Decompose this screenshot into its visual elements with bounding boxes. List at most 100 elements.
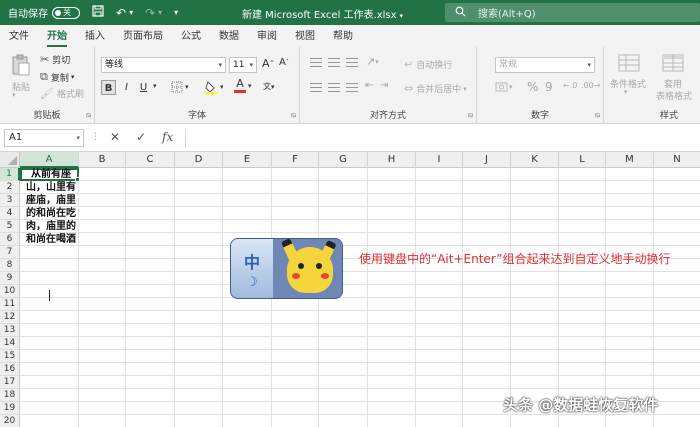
- paste-dropdown-icon[interactable]: ▾: [12, 91, 16, 99]
- align-center-icon[interactable]: [328, 83, 340, 92]
- row-header-19[interactable]: 19: [0, 402, 20, 415]
- underline-button[interactable]: U: [136, 80, 151, 95]
- row-header-14[interactable]: 14: [0, 337, 20, 350]
- row-header-2[interactable]: 2: [0, 181, 20, 194]
- percent-button[interactable]: %: [527, 80, 538, 94]
- customize-toolbar-icon[interactable]: ▾: [174, 8, 178, 17]
- align-top-icon[interactable]: [310, 58, 322, 67]
- phonetic-icon[interactable]: 文 ▾: [263, 81, 275, 92]
- row-header-7[interactable]: 7: [0, 246, 20, 259]
- tab-review[interactable]: 审阅: [248, 27, 286, 47]
- tab-data[interactable]: 数据: [210, 27, 248, 47]
- number-launcher-icon[interactable]: ⧅: [596, 111, 600, 120]
- column-header-e[interactable]: E: [223, 152, 272, 168]
- increase-indent-icon[interactable]: ⇥: [380, 80, 388, 91]
- align-middle-icon[interactable]: [328, 58, 340, 67]
- column-header-h[interactable]: H: [368, 152, 416, 168]
- column-header-d[interactable]: D: [175, 152, 223, 168]
- row-header-3[interactable]: 3: [0, 194, 20, 207]
- redo-icon[interactable]: ↷: [145, 6, 155, 20]
- select-all-corner[interactable]: [0, 152, 20, 168]
- formula-bar-grip-icon[interactable]: ⋮: [91, 132, 100, 142]
- undo-icon[interactable]: ↶: [116, 6, 126, 20]
- worksheet-grid[interactable]: ABCDEFGHIJKLMN 1 2 3 4 5 6 7 8 9 10 11 12 13 14 15 16 17…: [0, 152, 700, 427]
- format-as-table-icon[interactable]: [662, 54, 684, 72]
- row-header-10[interactable]: 10: [0, 285, 20, 298]
- align-bottom-icon[interactable]: [346, 58, 358, 67]
- column-header-i[interactable]: I: [416, 152, 463, 168]
- wrap-text-button[interactable]: ↵ 自动换行: [404, 58, 452, 71]
- column-header-n[interactable]: N: [654, 152, 700, 168]
- cancel-icon[interactable]: ✕: [110, 130, 120, 144]
- enter-icon[interactable]: ✓: [136, 130, 146, 144]
- row-header-1[interactable]: 1: [0, 168, 20, 181]
- font-color-button[interactable]: A ▾: [234, 78, 252, 93]
- file-title[interactable]: 新建 Microsoft Excel 工作表.xlsx ▾: [242, 6, 403, 21]
- alignment-launcher-icon[interactable]: ⧅: [469, 111, 473, 120]
- format-painter-button[interactable]: 🖌 格式刷: [40, 87, 84, 100]
- fill-color-icon[interactable]: ▾: [205, 80, 224, 94]
- number-format-combo[interactable]: 常规 ▾: [495, 57, 595, 73]
- column-header-a[interactable]: A: [20, 152, 79, 168]
- accounting-format-icon[interactable]: ▾: [495, 81, 513, 93]
- increase-decimal-icon[interactable]: ←.0: [563, 81, 577, 90]
- column-header-g[interactable]: G: [319, 152, 368, 168]
- orientation-icon[interactable]: ↗ ▾: [366, 55, 379, 68]
- row-header-6[interactable]: 6: [0, 233, 20, 246]
- row-header-8[interactable]: 8: [0, 259, 20, 272]
- column-header-l[interactable]: L: [559, 152, 606, 168]
- column-header-c[interactable]: C: [126, 152, 175, 168]
- align-left-icon[interactable]: [310, 83, 322, 92]
- cut-button[interactable]: ✂ 剪切: [40, 53, 70, 66]
- underline-dropdown-icon[interactable]: ▾: [153, 82, 157, 90]
- merge-center-button[interactable]: ⇔ 合并后居中 ▾: [404, 82, 467, 95]
- bold-button[interactable]: B: [101, 80, 116, 95]
- column-header-k[interactable]: K: [511, 152, 559, 168]
- column-header-m[interactable]: M: [606, 152, 654, 168]
- row-header-15[interactable]: 15: [0, 350, 20, 363]
- decrease-indent-icon[interactable]: ⇤: [365, 80, 373, 91]
- tab-page-layout[interactable]: 页面布局: [114, 27, 172, 47]
- row-header-13[interactable]: 13: [0, 324, 20, 337]
- row-header-4[interactable]: 4: [0, 207, 20, 220]
- row-header-18[interactable]: 18: [0, 389, 20, 402]
- row-header-20[interactable]: 20: [0, 415, 20, 427]
- column-header-f[interactable]: F: [272, 152, 319, 168]
- conditional-format-dropdown-icon[interactable]: ▾: [624, 88, 628, 96]
- redo-dropdown-icon[interactable]: ▾: [158, 8, 162, 17]
- row-header-11[interactable]: 11: [0, 298, 20, 311]
- autosave-toggle[interactable]: 关: [52, 6, 80, 19]
- row-header-17[interactable]: 17: [0, 376, 20, 389]
- formula-input[interactable]: [185, 129, 700, 147]
- conditional-format-button[interactable]: 条件格式: [610, 77, 646, 90]
- tab-home[interactable]: 开始: [38, 27, 76, 47]
- font-launcher-icon[interactable]: ⧅: [292, 111, 296, 120]
- tab-help[interactable]: 帮助: [324, 27, 362, 47]
- search-box[interactable]: 搜索(Alt+Q): [445, 3, 700, 22]
- row-header-9[interactable]: 9: [0, 272, 20, 285]
- tab-formulas[interactable]: 公式: [172, 27, 210, 47]
- italic-button[interactable]: I: [119, 80, 134, 95]
- conditional-format-icon[interactable]: [618, 54, 640, 72]
- save-icon[interactable]: [92, 5, 104, 20]
- tab-file[interactable]: 文件: [0, 27, 38, 47]
- borders-icon[interactable]: ▾: [171, 81, 189, 93]
- font-size-combo[interactable]: 11 ▾: [229, 57, 257, 73]
- undo-dropdown-icon[interactable]: ▾: [129, 8, 133, 17]
- tab-insert[interactable]: 插入: [76, 27, 114, 47]
- shrink-font-button[interactable]: Aˇ: [279, 57, 289, 68]
- grow-font-button[interactable]: A ^: [262, 57, 275, 70]
- insert-function-icon[interactable]: fx: [162, 130, 173, 144]
- column-header-b[interactable]: B: [79, 152, 126, 168]
- decrease-decimal-icon[interactable]: .00→: [581, 81, 600, 90]
- paste-icon[interactable]: [10, 53, 32, 76]
- clipboard-launcher-icon[interactable]: ⧅: [87, 111, 91, 120]
- font-name-combo[interactable]: 等线 ▾: [101, 57, 226, 73]
- comma-style-button[interactable]: 9: [545, 80, 553, 94]
- column-header-j[interactable]: J: [463, 152, 511, 168]
- row-header-12[interactable]: 12: [0, 311, 20, 324]
- tab-view[interactable]: 视图: [286, 27, 324, 47]
- name-box[interactable]: A1 ▾: [4, 129, 84, 147]
- row-header-16[interactable]: 16: [0, 363, 20, 376]
- align-right-icon[interactable]: [346, 83, 358, 92]
